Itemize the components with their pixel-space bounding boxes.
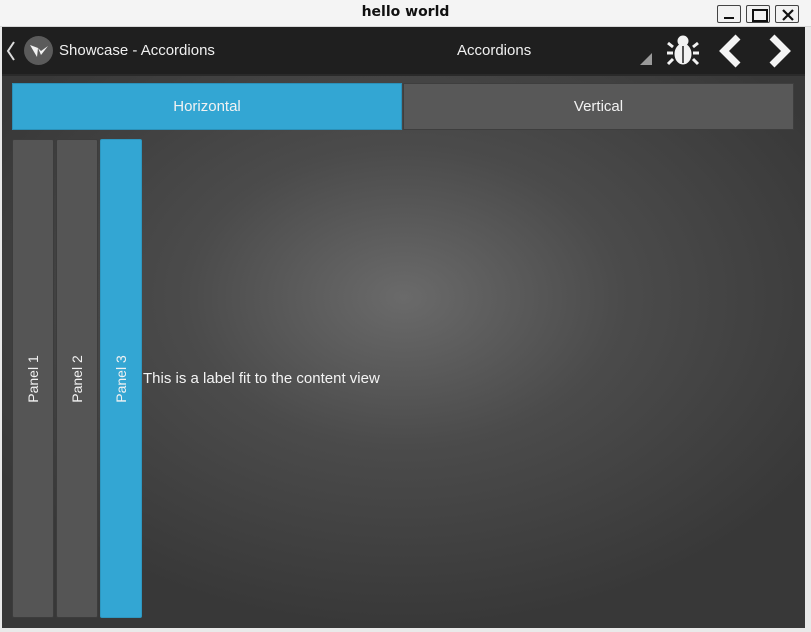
panel-label: Panel 3 <box>113 354 129 403</box>
panel-content-label: This is a label fit to the content view <box>143 370 380 387</box>
bug-icon <box>666 35 700 66</box>
action-bar: Showcase - Accordions Accordions <box>2 27 805 76</box>
maximize-button[interactable] <box>746 5 770 23</box>
minimize-button[interactable] <box>717 5 741 23</box>
kivy-logo-icon <box>24 36 53 65</box>
window-title: hello world <box>361 4 450 20</box>
next-arrow-icon <box>769 34 791 68</box>
accordion-panel-3[interactable]: Panel 3 <box>100 139 142 618</box>
spinner-arrow-icon <box>640 53 652 65</box>
tab-horizontal[interactable]: Horizontal <box>12 83 402 130</box>
next-button[interactable] <box>760 33 798 69</box>
window-titlebar: hello world <box>0 0 811 27</box>
bug-button[interactable] <box>664 33 702 69</box>
screen-spinner[interactable]: Accordions <box>457 42 531 59</box>
tab-vertical[interactable]: Vertical <box>403 83 794 130</box>
close-icon <box>782 9 794 21</box>
prev-arrow-icon <box>719 34 741 68</box>
panel-label: Panel 1 <box>25 354 41 403</box>
previous-button[interactable] <box>714 33 752 69</box>
back-button[interactable] <box>5 39 17 67</box>
panel-label: Panel 2 <box>69 354 85 403</box>
close-button[interactable] <box>775 5 799 23</box>
accordion-panel-2[interactable]: Panel 2 <box>56 139 98 618</box>
app-window: Showcase - Accordions Accordions Horizon… <box>2 27 805 628</box>
accordion-panel-1[interactable]: Panel 1 <box>12 139 54 618</box>
chevron-left-icon <box>6 41 15 61</box>
app-title[interactable]: Showcase - Accordions <box>59 42 215 59</box>
